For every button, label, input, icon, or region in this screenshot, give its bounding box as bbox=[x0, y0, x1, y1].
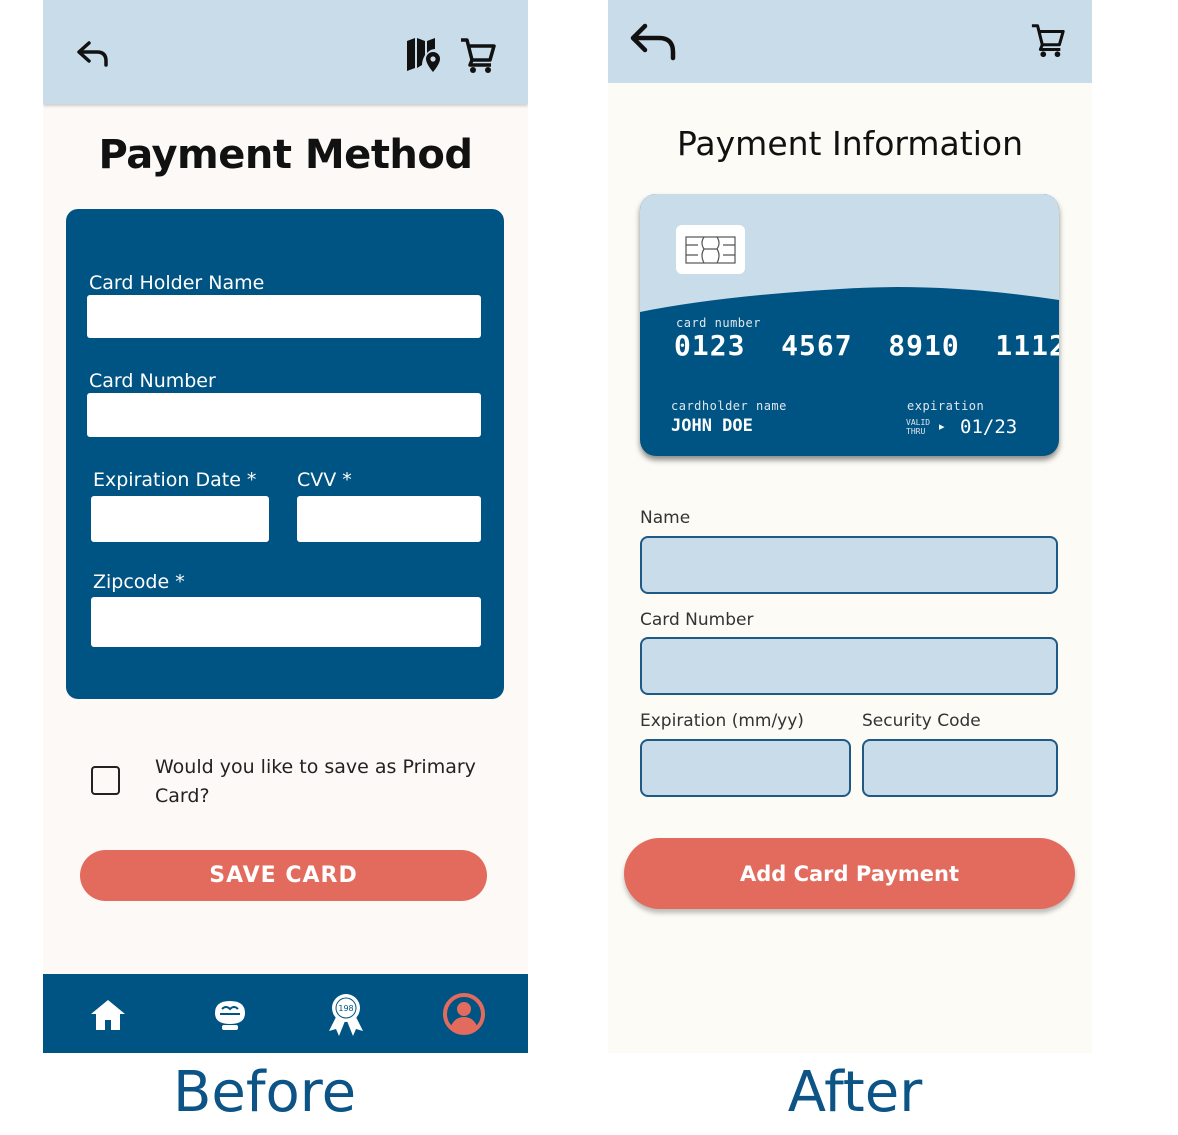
card-chip-icon bbox=[676, 225, 745, 274]
profile-icon[interactable] bbox=[440, 990, 488, 1038]
header-bar bbox=[608, 0, 1092, 83]
expiration-label: Expiration (mm/yy) bbox=[640, 711, 804, 731]
expiration-caption: expiration bbox=[907, 399, 985, 413]
card-holder-label: Card Holder Name bbox=[89, 272, 265, 294]
payment-form: Card Holder Name Card Number Expiration … bbox=[66, 209, 504, 699]
badge-number: 198 bbox=[338, 1004, 353, 1013]
security-code-label: Security Code bbox=[862, 711, 981, 731]
back-arrow-icon[interactable] bbox=[626, 18, 682, 66]
cardholder-name-display: JOHN DOE bbox=[671, 416, 753, 436]
valid-thru-label: VALID THRU bbox=[906, 418, 931, 436]
credit-card-preview: card number 0123 4567 8910 1112 cardhold… bbox=[640, 194, 1059, 456]
header-bar bbox=[43, 0, 528, 104]
expiration-label: Expiration Date * bbox=[93, 469, 257, 491]
card-number-caption: card number bbox=[676, 316, 761, 330]
expiration-input[interactable] bbox=[640, 739, 851, 797]
name-label: Name bbox=[640, 508, 691, 528]
cvv-label: CVV * bbox=[297, 469, 352, 491]
cart-icon[interactable] bbox=[456, 34, 500, 76]
page-title: Payment Information bbox=[677, 124, 1023, 163]
save-card-button[interactable]: SAVE CARD bbox=[80, 850, 487, 901]
before-screen: Payment Method Card Holder Name Card Num… bbox=[43, 0, 528, 1053]
back-arrow-icon[interactable] bbox=[71, 34, 115, 74]
cvv-input[interactable] bbox=[297, 496, 481, 542]
page-title: Payment Method bbox=[98, 132, 473, 178]
award-badge-icon[interactable]: 198 bbox=[322, 990, 370, 1038]
save-primary-checkbox[interactable] bbox=[91, 766, 120, 795]
zipcode-input[interactable] bbox=[91, 597, 481, 647]
before-caption: Before bbox=[172, 1060, 357, 1125]
add-card-payment-button[interactable]: Add Card Payment bbox=[624, 838, 1075, 909]
after-screen: Payment Information card number 0123 456… bbox=[608, 0, 1092, 1053]
map-pin-icon[interactable] bbox=[403, 34, 445, 76]
card-number-label: Card Number bbox=[640, 610, 754, 630]
name-input[interactable] bbox=[640, 536, 1058, 594]
expiration-input[interactable] bbox=[91, 496, 269, 542]
after-caption: After bbox=[787, 1060, 923, 1125]
card-holder-input[interactable] bbox=[87, 295, 481, 338]
zipcode-label: Zipcode * bbox=[93, 571, 185, 593]
home-icon[interactable] bbox=[84, 990, 132, 1038]
cardholder-caption: cardholder name bbox=[671, 399, 787, 413]
card-number-display: 0123 4567 8910 1112 bbox=[674, 329, 1059, 362]
card-number-input[interactable] bbox=[640, 637, 1058, 695]
cart-icon[interactable] bbox=[1028, 20, 1068, 60]
food-bowl-icon[interactable] bbox=[206, 990, 254, 1038]
card-number-label: Card Number bbox=[89, 370, 216, 392]
security-code-input[interactable] bbox=[862, 739, 1058, 797]
expiration-display: 01/23 bbox=[960, 416, 1018, 438]
save-primary-label: Would you like to save as Primary Card? bbox=[155, 756, 476, 807]
bottom-nav: 198 bbox=[43, 974, 528, 1053]
valid-thru-arrow-icon: ▸ bbox=[939, 421, 945, 433]
card-number-input[interactable] bbox=[87, 393, 481, 437]
